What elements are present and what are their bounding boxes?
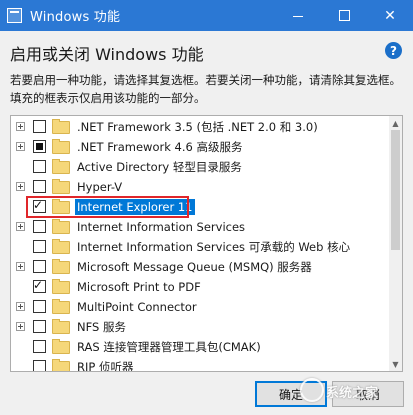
expand-icon[interactable]: [16, 322, 25, 331]
folder-icon: [52, 119, 70, 134]
folder-icon: [52, 219, 70, 234]
feature-row[interactable]: Internet Information Services: [11, 217, 389, 237]
checkmark-icon: ✓: [33, 278, 44, 292]
watermark-text: 系统之家: [326, 386, 379, 401]
description-text: 若要启用一种功能，请选择其复选框。若要关闭一种功能，请清除其复选框。填充的框表示…: [10, 73, 401, 105]
feature-row[interactable]: NFS 服务: [11, 317, 389, 337]
folder-icon: [52, 139, 70, 154]
help-icon[interactable]: ?: [385, 42, 402, 59]
folder-icon: [52, 239, 70, 254]
expand-icon[interactable]: [16, 262, 25, 271]
feature-checkbox[interactable]: [33, 320, 46, 333]
folder-icon: [52, 359, 70, 371]
feature-checkbox[interactable]: [33, 300, 46, 313]
expand-icon[interactable]: [16, 122, 25, 131]
scrollbar-thumb[interactable]: [391, 130, 400, 250]
feature-checkbox[interactable]: [33, 180, 46, 193]
expand-icon[interactable]: [16, 302, 25, 311]
feature-label[interactable]: Active Directory 轻型目录服务: [75, 159, 244, 175]
scroll-down-icon[interactable]: ▼: [389, 357, 402, 371]
close-button[interactable]: ✕: [367, 0, 413, 31]
folder-icon: [52, 339, 70, 354]
feature-label[interactable]: Internet Information Services 可承载的 Web 核…: [75, 239, 352, 255]
feature-row[interactable]: MultiPoint Connector: [11, 297, 389, 317]
feature-label[interactable]: RIP 侦听器: [75, 359, 135, 371]
folder-icon: [52, 259, 70, 274]
vertical-scrollbar[interactable]: ▲ ▼: [389, 116, 402, 371]
feature-row[interactable]: Microsoft Message Queue (MSMQ) 服务器: [11, 257, 389, 277]
expand-icon[interactable]: [16, 142, 25, 151]
folder-icon: [52, 319, 70, 334]
feature-row[interactable]: .NET Framework 3.5 (包括 .NET 2.0 和 3.0): [11, 117, 389, 137]
feature-checkbox[interactable]: ✓: [33, 278, 46, 293]
maximize-icon: [338, 10, 350, 21]
feature-label[interactable]: .NET Framework 4.6 高级服务: [75, 139, 244, 155]
feature-label[interactable]: .NET Framework 3.5 (包括 .NET 2.0 和 3.0): [75, 119, 320, 135]
feature-label[interactable]: Hyper-V: [75, 179, 124, 195]
scroll-up-icon[interactable]: ▲: [389, 116, 402, 130]
feature-label[interactable]: MultiPoint Connector: [75, 299, 199, 315]
window-title: Windows 功能: [30, 10, 121, 25]
feature-row[interactable]: RAS 连接管理器管理工具包(CMAK): [11, 337, 389, 357]
feature-checkbox[interactable]: [33, 240, 46, 253]
feature-checkbox[interactable]: [33, 160, 46, 173]
feature-label[interactable]: Microsoft Print to PDF: [75, 279, 203, 295]
feature-label[interactable]: NFS 服务: [75, 319, 128, 335]
feature-checkbox[interactable]: [33, 340, 46, 353]
feature-row[interactable]: Hyper-V: [11, 177, 389, 197]
expand-icon[interactable]: [16, 182, 25, 191]
folder-icon: [52, 159, 70, 174]
highlight-annotation-box: [26, 196, 189, 218]
close-icon: ✕: [384, 7, 396, 24]
maximize-button[interactable]: [321, 0, 367, 31]
minimize-icon: [293, 16, 303, 17]
folder-icon: [52, 279, 70, 294]
feature-checkbox[interactable]: [33, 120, 46, 133]
feature-label[interactable]: Microsoft Message Queue (MSMQ) 服务器: [75, 259, 314, 275]
feature-row[interactable]: RIP 侦听器: [11, 357, 389, 371]
feature-row[interactable]: ✓ Microsoft Print to PDF: [11, 277, 389, 297]
feature-row[interactable]: Active Directory 轻型目录服务: [11, 157, 389, 177]
feature-checkbox[interactable]: [33, 360, 46, 371]
feature-row[interactable]: Internet Information Services 可承载的 Web 核…: [11, 237, 389, 257]
minimize-button[interactable]: [275, 0, 321, 31]
feature-checkbox[interactable]: [33, 260, 46, 273]
expand-icon[interactable]: [16, 222, 25, 231]
feature-checkbox[interactable]: [33, 140, 46, 153]
feature-checkbox[interactable]: [33, 220, 46, 233]
windows-features-icon: [7, 8, 22, 23]
title-bar: Windows 功能 ✕: [0, 0, 413, 31]
page-title: 启用或关闭 Windows 功能: [10, 45, 204, 64]
feature-row[interactable]: .NET Framework 4.6 高级服务: [11, 137, 389, 157]
feature-tree[interactable]: .NET Framework 3.5 (包括 .NET 2.0 和 3.0) .N…: [10, 115, 403, 372]
feature-label[interactable]: RAS 连接管理器管理工具包(CMAK): [75, 339, 263, 355]
watermark-logo-icon: [300, 378, 324, 402]
folder-icon: [52, 179, 70, 194]
folder-icon: [52, 299, 70, 314]
feature-label[interactable]: Internet Information Services: [75, 219, 247, 235]
